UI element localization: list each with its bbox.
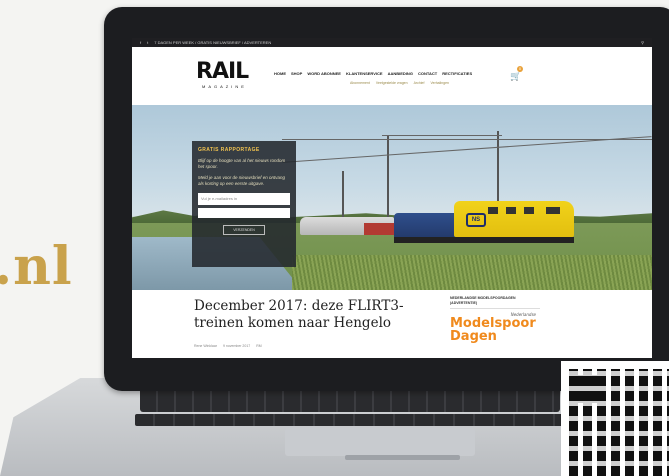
site-logo[interactable]: RAIL <box>196 61 249 83</box>
red-carriage <box>364 223 394 235</box>
popup-text-1: Blijf op de hoogte van al het nieuws ron… <box>198 158 286 169</box>
laptop-trackpad <box>285 428 475 456</box>
email-input[interactable]: Vul je e-mailadres in <box>198 193 290 205</box>
secondary-input[interactable] <box>198 208 290 218</box>
search-icon[interactable]: ⚲ <box>641 40 644 45</box>
laptop-front-notch <box>345 455 460 460</box>
site-domain-text: .nl <box>0 236 73 297</box>
site-topbar: f t 7 DAGEN PER WEEK / GRATIS NIEUWSBRIE… <box>132 38 652 47</box>
nav-item-home[interactable]: HOME <box>274 71 286 76</box>
nav-item-corrections[interactable]: RECTIFICATIES <box>442 71 472 76</box>
laptop-screen: f t 7 DAGEN PER WEEK / GRATIS NIEUWSBRIE… <box>132 38 652 358</box>
article-headline[interactable]: December 2017: deze FLIRT3-treinen komen… <box>194 298 404 332</box>
hero-image: NS GRATIS RAPPORTAGE Blijf op de hoogte … <box>132 105 652 290</box>
cart-icon[interactable]: 🛒 <box>510 71 521 82</box>
article-category[interactable]: RM <box>256 344 261 348</box>
overhead-wire <box>382 135 502 136</box>
popup-text-2: Meld je aan voor de nieuwsbrief en ontva… <box>198 175 286 186</box>
facebook-icon[interactable]: f <box>140 40 141 45</box>
main-nav: HOME SHOP WORD ABONNEE KLANTENSERVICE AA… <box>274 71 472 76</box>
qr-code <box>561 361 669 476</box>
site-logo-subtitle: MAGAZINE <box>202 84 247 89</box>
subnav-item-stories[interactable]: Verhalingen <box>430 81 449 85</box>
nav-item-subscribe[interactable]: WORD ABONNEE <box>307 71 341 76</box>
topbar-tagline: 7 DAGEN PER WEEK / GRATIS NIEUWSBRIEF / … <box>154 40 272 45</box>
sub-nav: Abonnement Veelgestelde vragen Archief V… <box>350 81 449 85</box>
nav-item-offer[interactable]: AANBIEDING <box>388 71 413 76</box>
newsletter-popup: GRATIS RAPPORTAGE Blijf op de hoogte van… <box>192 141 296 267</box>
overhead-wire <box>282 136 652 163</box>
subnav-item-archive[interactable]: Archief <box>414 81 425 85</box>
subnav-item-faq[interactable]: Veelgestelde vragen <box>376 81 408 85</box>
nav-item-shop[interactable]: SHOP <box>291 71 302 76</box>
article-section: December 2017: deze FLIRT3-treinen komen… <box>132 290 652 358</box>
cart-count-badge: 0 <box>517 66 523 72</box>
article-date: 9 november 2017 <box>222 344 251 348</box>
grass-field <box>292 255 652 290</box>
article-author[interactable]: Rene Winklaar <box>194 344 217 348</box>
twitter-icon[interactable]: t <box>147 40 148 45</box>
site-header: RAIL MAGAZINE HOME SHOP WORD ABONNEE KLA… <box>132 47 652 105</box>
nav-item-contact[interactable]: CONTACT <box>418 71 437 76</box>
ad-line-2: Dagen <box>450 329 497 344</box>
ns-logo-icon: NS <box>466 213 486 227</box>
popup-title: GRATIS RAPPORTAGE <box>198 147 260 153</box>
sidebar-ad[interactable]: Nederlandse Modelspoor Dagen <box>450 312 536 343</box>
sidebar-title: NEDERLANDSE MODELSPOORDAGEN (ADVERTENTIE… <box>450 296 540 309</box>
laptop-keyboard-row <box>135 414 565 426</box>
subnav-item-subscription[interactable]: Abonnement <box>350 81 370 85</box>
nav-item-customer-service[interactable]: KLANTENSERVICE <box>346 71 383 76</box>
train-undercarriage <box>394 237 574 243</box>
blue-locomotive <box>394 213 456 239</box>
send-button[interactable]: VERZENDEN <box>223 225 265 235</box>
article-meta: Rene Winklaar 9 november 2017 RM <box>194 344 262 348</box>
